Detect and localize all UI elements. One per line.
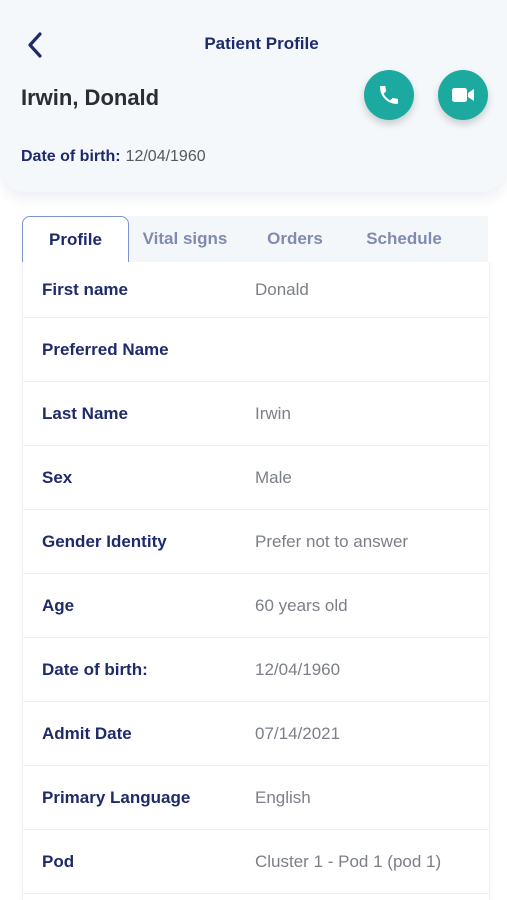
tab-orders[interactable]: Orders	[250, 216, 340, 262]
row-label: First name	[42, 279, 128, 299]
row-value: Prefer not to answer	[255, 531, 409, 551]
row-value: Cluster 1 - Pod 1 (pod 1)	[255, 851, 442, 871]
profile-row-pod: Pod Cluster 1 - Pod 1 (pod 1)	[23, 830, 489, 894]
profile-row-age: Age 60 years old	[23, 574, 489, 638]
patient-header: Patient Profile Irwin, Donald Date of bi…	[0, 0, 507, 192]
dob-label: Date of birth:	[21, 148, 121, 165]
row-label: Gender Identity	[42, 531, 167, 551]
profile-row-preferred-name: Preferred Name	[23, 318, 489, 382]
row-label: Primary Language	[42, 787, 191, 807]
row-label: Last Name	[42, 403, 128, 423]
profile-row-sex: Sex Male	[23, 446, 489, 510]
row-value: 60 years old	[255, 595, 348, 615]
profile-row-date-of-birth: Date of birth: 12/04/1960	[23, 638, 489, 702]
page-title: Patient Profile	[204, 34, 319, 53]
dob-value: 12/04/1960	[125, 148, 206, 165]
tab-vital-signs[interactable]: Vital signs	[129, 216, 241, 262]
row-label: Date of birth:	[42, 659, 148, 679]
profile-row-admit-date: Admit Date 07/14/2021	[23, 702, 489, 766]
row-label: Sex	[42, 467, 73, 487]
video-camera-icon	[452, 88, 474, 102]
tab-schedule[interactable]: Schedule	[349, 216, 459, 262]
row-value: Male	[255, 467, 292, 487]
call-button[interactable]	[364, 70, 414, 120]
profile-row-first-name: First name Donald	[23, 262, 489, 318]
header-dob: Date of birth: 12/04/1960	[21, 148, 206, 166]
row-value: Irwin	[255, 403, 291, 423]
video-call-button[interactable]	[438, 70, 488, 120]
row-label: Pod	[42, 851, 75, 871]
tab-profile[interactable]: Profile	[22, 216, 129, 263]
phone-icon	[380, 86, 398, 104]
profile-row-gender-identity: Gender Identity Prefer not to answer	[23, 510, 489, 574]
row-value: 07/14/2021	[255, 723, 341, 743]
row-value: 12/04/1960	[255, 659, 341, 679]
row-label: Preferred Name	[42, 339, 169, 359]
patient-name: Irwin, Donald	[21, 85, 160, 110]
tab-bar: Profile Vital signs Orders Schedule	[22, 216, 488, 263]
row-value: Donald	[255, 279, 309, 299]
row-value: English	[255, 787, 311, 807]
profile-list: First name Donald Preferred Name Last Na…	[22, 262, 490, 900]
profile-row-last-name: Last Name Irwin	[23, 382, 489, 446]
profile-row-primary-language: Primary Language English	[23, 766, 489, 830]
row-label: Admit Date	[42, 723, 132, 743]
row-label: Age	[42, 595, 75, 615]
